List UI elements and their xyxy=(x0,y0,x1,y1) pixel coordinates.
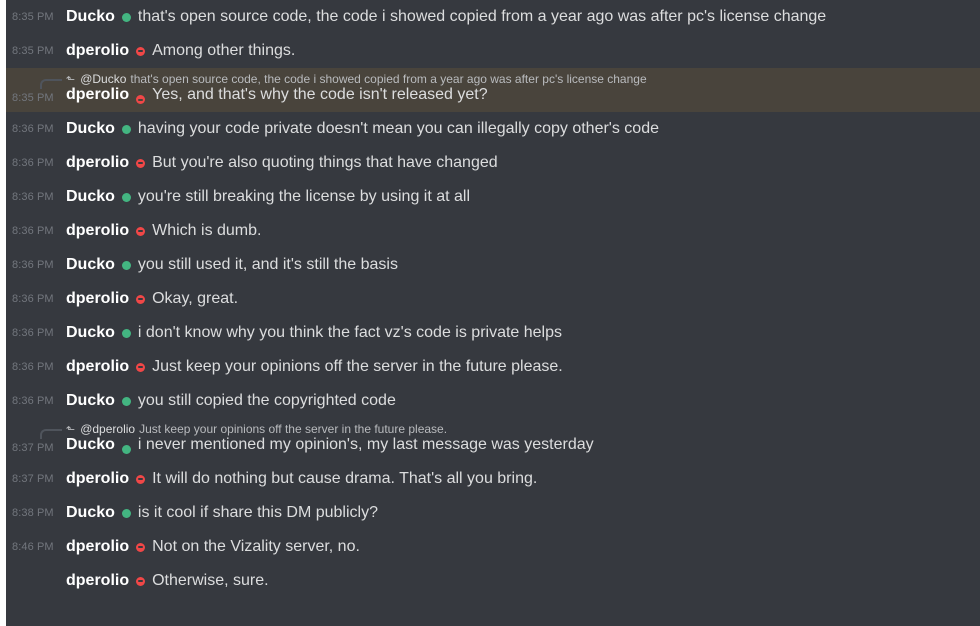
message-author[interactable]: dperolio xyxy=(66,358,129,376)
message-timestamp: 8:37 PM xyxy=(12,473,54,485)
message[interactable]: 8:36 PM dperolio Just keep your opinions… xyxy=(6,350,980,384)
message-author[interactable]: dperolio xyxy=(66,290,129,308)
dnd-status-icon xyxy=(136,226,146,236)
message-author[interactable]: Ducko xyxy=(66,256,115,274)
message-author[interactable]: dperolio xyxy=(66,572,129,590)
message-timestamp: 8:36 PM xyxy=(12,395,54,407)
reply-spine xyxy=(40,429,62,439)
message-content: But you're also quoting things that have… xyxy=(152,154,498,171)
message[interactable]: 8:46 PM dperolio Not on the Vizality ser… xyxy=(6,530,980,564)
message-content: Not on the Vizality server, no. xyxy=(152,538,360,555)
message-content: that's open source code, the code i show… xyxy=(137,8,827,25)
reply-mention[interactable]: @Ducko xyxy=(80,72,126,86)
message-timestamp: 8:37 PM xyxy=(12,442,54,454)
message-timestamp: 8:35 PM xyxy=(12,92,54,104)
message-timestamp: 8:36 PM xyxy=(12,225,54,237)
message-highlighted-reply[interactable]: ⬑ @Ducko that's open source code, the co… xyxy=(6,68,980,112)
message-content: is it cool if share this DM publicly? xyxy=(137,504,378,521)
message-content: you're still breaking the license by usi… xyxy=(137,188,471,205)
message-author[interactable]: Ducko xyxy=(66,392,115,410)
online-status-icon xyxy=(121,192,131,202)
message-content: Yes, and that's why the code isn't relea… xyxy=(152,86,488,103)
message-content: having your code private doesn't mean yo… xyxy=(137,120,659,137)
message-timestamp: 8:36 PM xyxy=(12,191,54,203)
message-timestamp: 8:36 PM xyxy=(12,123,54,135)
message[interactable]: 8:36 PM Ducko having your code private d… xyxy=(6,112,980,146)
online-status-icon xyxy=(121,328,131,338)
message-author[interactable]: Ducko xyxy=(66,120,115,138)
reply-preview[interactable]: ⬑ @Ducko that's open source code, the co… xyxy=(40,71,647,89)
reply-arrow-icon: ⬑ xyxy=(66,73,76,86)
message[interactable]: dperolio Otherwise, sure. xyxy=(6,564,980,598)
dnd-status-icon xyxy=(136,576,146,586)
message-author[interactable]: Ducko xyxy=(66,324,115,342)
message-content: i don't know why you think the fact vz's… xyxy=(137,324,563,341)
message[interactable]: 8:36 PM Ducko you're still breaking the … xyxy=(6,180,980,214)
message-content: It will do nothing but cause drama. That… xyxy=(152,470,538,487)
message-content: Among other things. xyxy=(152,42,296,59)
message-timestamp: 8:46 PM xyxy=(12,541,54,553)
message-timestamp: 8:35 PM xyxy=(12,11,54,23)
dnd-status-icon xyxy=(136,158,146,168)
message-reply[interactable]: ⬑ @dperolio Just keep your opinions off … xyxy=(6,418,980,462)
message[interactable]: 8:36 PM Ducko you still used it, and it'… xyxy=(6,248,980,282)
online-status-icon xyxy=(121,12,131,22)
message-content: i never mentioned my opinion's, my last … xyxy=(137,436,594,453)
message-author[interactable]: dperolio xyxy=(66,222,129,240)
online-status-icon xyxy=(121,508,131,518)
message-content: you still used it, and it's still the ba… xyxy=(137,256,398,273)
message-timestamp: 8:36 PM xyxy=(12,259,54,271)
message-author[interactable]: dperolio xyxy=(66,538,129,556)
dnd-status-icon xyxy=(136,474,146,484)
message-author[interactable]: dperolio xyxy=(66,42,129,60)
message[interactable]: 8:36 PM Ducko i don't know why you think… xyxy=(6,316,980,350)
dnd-status-icon xyxy=(136,542,146,552)
reply-text: that's open source code, the code i show… xyxy=(130,72,647,86)
reply-text: Just keep your opinions off the server i… xyxy=(139,422,448,436)
message-content: Which is dumb. xyxy=(152,222,262,239)
message[interactable]: 8:36 PM dperolio Okay, great. xyxy=(6,282,980,316)
reply-mention[interactable]: @dperolio xyxy=(80,422,135,436)
message-timestamp: 8:36 PM xyxy=(12,327,54,339)
message[interactable]: 8:36 PM dperolio But you're also quoting… xyxy=(6,146,980,180)
message-content: you still copied the copyrighted code xyxy=(137,392,396,409)
message-timestamp: 8:36 PM xyxy=(12,157,54,169)
message-author[interactable]: dperolio xyxy=(66,86,129,104)
message[interactable]: 8:36 PM dperolio Which is dumb. xyxy=(6,214,980,248)
message-content: Otherwise, sure. xyxy=(152,572,269,589)
dnd-status-icon xyxy=(136,294,146,304)
message-timestamp: 8:36 PM xyxy=(12,293,54,305)
dnd-status-icon xyxy=(136,46,146,56)
online-status-icon xyxy=(121,124,131,134)
message-author[interactable]: Ducko xyxy=(66,8,115,26)
message[interactable]: 8:37 PM dperolio It will do nothing but … xyxy=(6,462,980,496)
reply-spine xyxy=(40,79,62,89)
message[interactable]: 8:38 PM Ducko is it cool if share this D… xyxy=(6,496,980,530)
online-status-icon xyxy=(121,445,131,454)
message-timestamp: 8:38 PM xyxy=(12,507,54,519)
message-timestamp: 8:36 PM xyxy=(12,361,54,373)
message-content: Just keep your opinions off the server i… xyxy=(152,358,563,375)
message-timestamp: 8:35 PM xyxy=(12,45,54,57)
message[interactable]: 8:35 PM dperolio Among other things. xyxy=(6,34,980,68)
message-author[interactable]: Ducko xyxy=(66,436,115,454)
message-author[interactable]: dperolio xyxy=(66,154,129,172)
message[interactable]: 8:36 PM Ducko you still copied the copyr… xyxy=(6,384,980,418)
reply-arrow-icon: ⬑ xyxy=(66,423,76,436)
message[interactable]: 8:35 PM Ducko that's open source code, t… xyxy=(6,0,980,34)
online-status-icon xyxy=(121,260,131,270)
message-content: Okay, great. xyxy=(152,290,239,307)
reply-preview[interactable]: ⬑ @dperolio Just keep your opinions off … xyxy=(40,421,448,439)
dnd-status-icon xyxy=(136,95,146,104)
message-author[interactable]: dperolio xyxy=(66,470,129,488)
online-status-icon xyxy=(121,396,131,406)
dnd-status-icon xyxy=(136,362,146,372)
message-author[interactable]: Ducko xyxy=(66,504,115,522)
message-author[interactable]: Ducko xyxy=(66,188,115,206)
chat-messages: 8:35 PM Ducko that's open source code, t… xyxy=(6,0,980,626)
